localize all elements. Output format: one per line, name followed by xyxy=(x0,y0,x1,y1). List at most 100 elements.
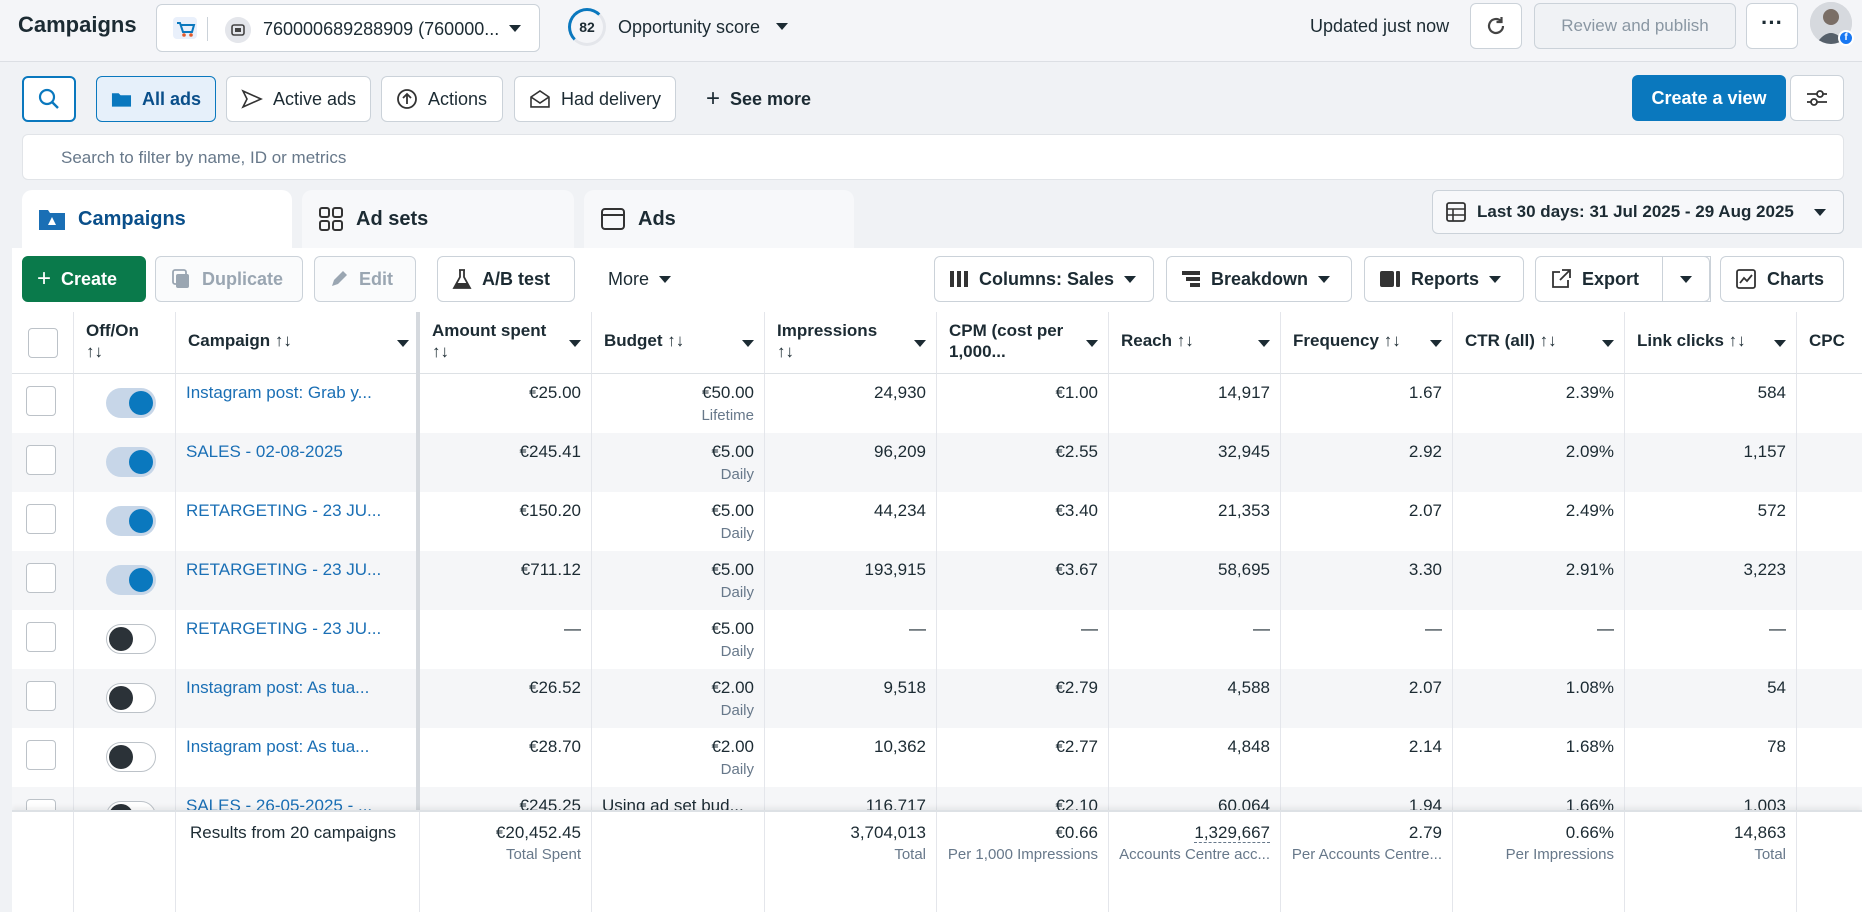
folder-icon xyxy=(111,93,132,107)
filter-active-ads[interactable]: Active ads xyxy=(226,76,371,122)
export-dropdown[interactable] xyxy=(1662,256,1710,302)
header-ctr[interactable]: CTR (all) ↑↓ xyxy=(1453,312,1625,374)
campaign-name-link[interactable]: Instagram post: As tua... xyxy=(176,669,420,728)
filter-all-ads[interactable]: All ads xyxy=(96,76,216,122)
ab-test-button[interactable]: A/B test xyxy=(437,256,575,302)
budget-type-label: Daily xyxy=(720,643,754,660)
table-row[interactable]: Instagram post: As tua... €28.70 €2.00 Dail… xyxy=(12,728,1862,787)
header-impressions[interactable]: Impressions ↑↓ xyxy=(765,312,937,374)
header-link-clicks[interactable]: Link clicks ↑↓ xyxy=(1625,312,1797,374)
delivery-toggle[interactable] xyxy=(106,565,156,595)
chevron-down-icon[interactable] xyxy=(776,23,788,30)
table-row[interactable]: RETARGETING - 23 JU... — €5.00 Daily — — — — — — xyxy=(12,610,1862,669)
account-selector[interactable]: 760000689288909 (760000... xyxy=(156,4,540,52)
cell-clicks: 1,157 xyxy=(1625,433,1797,492)
refresh-button[interactable] xyxy=(1470,3,1522,49)
row-checkbox[interactable] xyxy=(26,622,56,652)
row-checkbox[interactable] xyxy=(26,563,56,593)
campaign-name-link[interactable]: SALES - 02-08-2025 xyxy=(176,433,420,492)
filter-had-delivery-label: Had delivery xyxy=(560,88,661,109)
chevron-down-icon[interactable] xyxy=(1430,340,1442,347)
review-and-publish-button[interactable]: Review and publish xyxy=(1534,3,1736,49)
impressions-value: 10,362 xyxy=(874,737,926,756)
tab-campaigns[interactable]: Campaigns xyxy=(22,190,292,248)
table-row[interactable]: RETARGETING - 23 JU... €150.20 €5.00 Daily 4… xyxy=(12,492,1862,551)
cell-spent: €150.20 xyxy=(420,492,592,551)
delivery-toggle[interactable] xyxy=(106,447,156,477)
see-more-button[interactable]: + See more xyxy=(692,76,826,122)
opportunity-score-badge[interactable]: 82 xyxy=(568,8,606,46)
impressions-value: 9,518 xyxy=(883,678,926,697)
select-all-checkbox[interactable] xyxy=(28,328,58,358)
footer-reach-value[interactable]: 1,329,667 xyxy=(1194,823,1270,843)
row-checkbox[interactable] xyxy=(26,740,56,770)
footer-impressions-sub: Total xyxy=(894,846,926,863)
chevron-down-icon[interactable] xyxy=(1086,340,1098,347)
chevron-down-icon[interactable] xyxy=(914,340,926,347)
duplicate-button[interactable]: Duplicate xyxy=(155,256,303,302)
row-checkbox[interactable] xyxy=(26,504,56,534)
filter-had-delivery[interactable]: Had delivery xyxy=(514,76,676,122)
create-label: Create xyxy=(61,268,118,289)
cell-frequency: 2.07 xyxy=(1281,492,1453,551)
chevron-down-icon[interactable] xyxy=(569,340,581,347)
tab-ads[interactable]: Ads xyxy=(584,190,854,248)
campaign-name-link[interactable]: RETARGETING - 23 JU... xyxy=(176,610,420,669)
breakdown-dropdown[interactable]: Breakdown xyxy=(1166,256,1352,302)
header-reach[interactable]: Reach ↑↓ xyxy=(1109,312,1281,374)
search-filter-bar[interactable]: Search to filter by name, ID or metrics xyxy=(22,134,1844,180)
row-checkbox[interactable] xyxy=(26,386,56,416)
tab-ad-sets[interactable]: Ad sets xyxy=(302,190,574,248)
delivery-toggle[interactable] xyxy=(106,742,156,772)
chevron-down-icon[interactable] xyxy=(397,340,409,347)
delivery-toggle[interactable] xyxy=(106,506,156,536)
columns-dropdown[interactable]: Columns: Sales xyxy=(934,256,1154,302)
date-range-label: Last 30 days: 31 Jul 2025 - 29 Aug 2025 xyxy=(1477,202,1794,221)
cell-frequency: 2.07 xyxy=(1281,669,1453,728)
frequency-value: 2.07 xyxy=(1408,678,1442,697)
filter-actions[interactable]: Actions xyxy=(381,76,503,122)
arrow-up-circle-icon xyxy=(397,89,417,109)
search-input[interactable]: Search to filter by name, ID or metrics xyxy=(61,148,346,168)
create-button[interactable]: + Create xyxy=(22,256,146,302)
table-row[interactable]: Instagram post: Grab y... €25.00 €50.00 Lif… xyxy=(12,374,1862,433)
header-offon[interactable]: Off/On ↑↓ xyxy=(74,312,176,374)
row-checkbox[interactable] xyxy=(26,445,56,475)
chevron-down-icon[interactable] xyxy=(1258,340,1270,347)
table-row[interactable]: Instagram post: As tua... €26.52 €2.00 Dail… xyxy=(12,669,1862,728)
row-toggle-cell xyxy=(74,551,176,610)
campaign-name-link[interactable]: RETARGETING - 23 JU... xyxy=(176,551,420,610)
delivery-toggle[interactable] xyxy=(106,624,156,654)
cell-spent: €245.41 xyxy=(420,433,592,492)
charts-button[interactable]: Charts xyxy=(1720,256,1844,302)
delivery-toggle[interactable] xyxy=(106,388,156,418)
chevron-down-icon[interactable] xyxy=(1602,340,1614,347)
campaign-name-link[interactable]: RETARGETING - 23 JU... xyxy=(176,492,420,551)
edit-button[interactable]: Edit xyxy=(314,256,416,302)
header-cpc[interactable]: CPC xyxy=(1797,312,1862,374)
delivery-toggle[interactable] xyxy=(106,683,156,713)
header-cpm[interactable]: CPM (cost per 1,000... xyxy=(937,312,1109,374)
toggle-knob xyxy=(109,745,133,769)
create-view-button[interactable]: Create a view xyxy=(1632,75,1786,121)
header-campaign[interactable]: Campaign ↑↓ xyxy=(176,312,420,374)
row-select-cell xyxy=(12,492,74,551)
date-range-picker[interactable]: Last 30 days: 31 Jul 2025 - 29 Aug 2025 xyxy=(1432,190,1844,234)
chevron-down-icon[interactable] xyxy=(742,340,754,347)
campaign-name-link[interactable]: Instagram post: Grab y... xyxy=(176,374,420,433)
header-budget[interactable]: Budget ↑↓ xyxy=(592,312,765,374)
opportunity-score-label[interactable]: Opportunity score xyxy=(618,17,760,38)
campaign-name-link[interactable]: Instagram post: As tua... xyxy=(176,728,420,787)
reports-dropdown[interactable]: Reports xyxy=(1364,256,1524,302)
search-button[interactable] xyxy=(22,76,76,122)
header-frequency[interactable]: Frequency ↑↓ xyxy=(1281,312,1453,374)
cell-impressions: 24,930 xyxy=(765,374,937,433)
table-row[interactable]: RETARGETING - 23 JU... €711.12 €5.00 Daily 1… xyxy=(12,551,1862,610)
table-row[interactable]: SALES - 02-08-2025 €245.41 €5.00 Daily 96,20… xyxy=(12,433,1862,492)
header-amount-spent[interactable]: Amount spent ↑↓ xyxy=(420,312,592,374)
row-checkbox[interactable] xyxy=(26,681,56,711)
more-options-button[interactable]: ··· xyxy=(1746,3,1798,49)
chevron-down-icon[interactable] xyxy=(1774,340,1786,347)
more-dropdown[interactable]: More xyxy=(594,256,694,302)
view-settings-button[interactable] xyxy=(1790,75,1844,121)
